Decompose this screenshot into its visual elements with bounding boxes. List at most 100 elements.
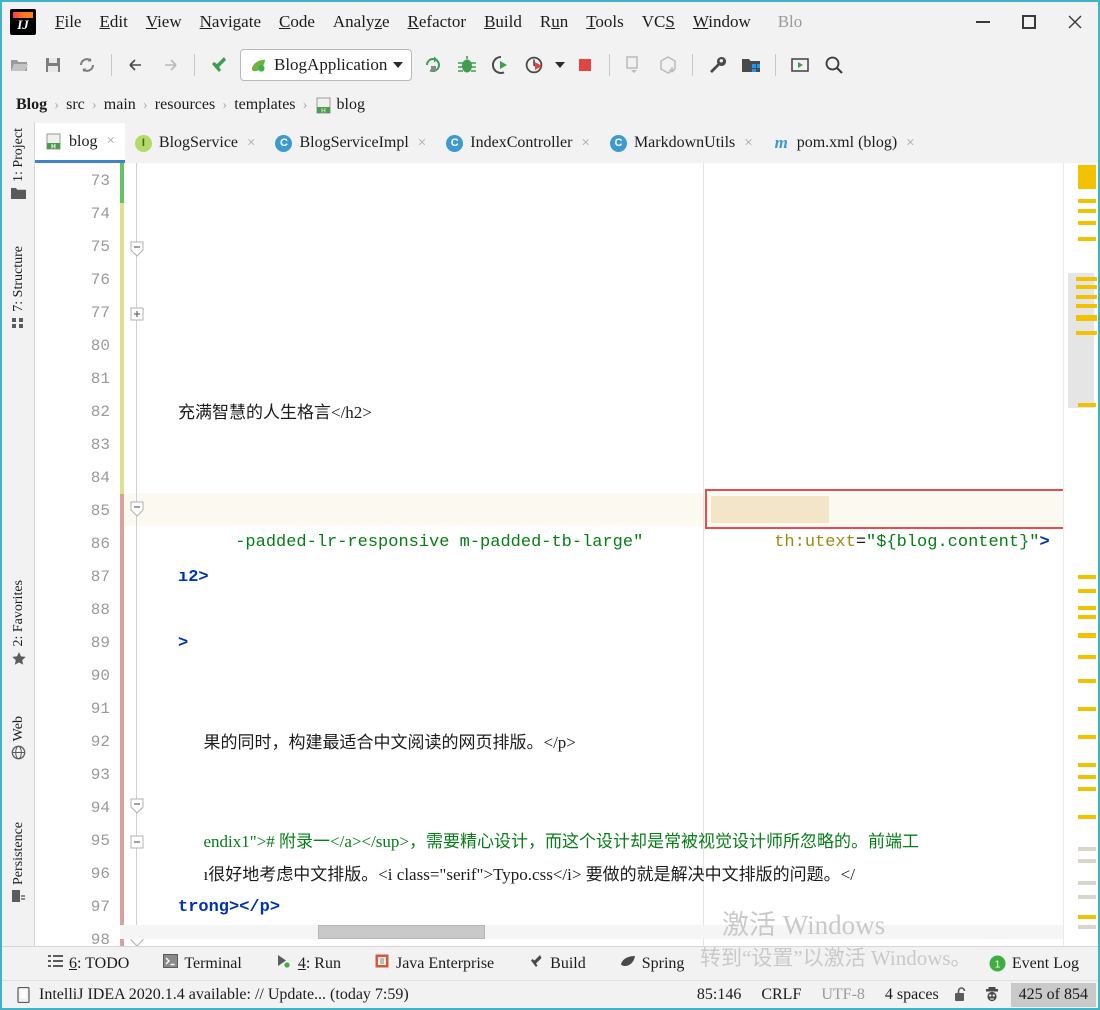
marker-warning[interactable] <box>1078 606 1096 610</box>
breadcrumb-item-templates[interactable]: templates <box>234 96 295 114</box>
sidebar-item-web[interactable]: Web <box>2 716 35 765</box>
marker-warning[interactable] <box>1078 589 1096 593</box>
menu-tools[interactable]: Tools <box>577 8 633 36</box>
update-project-icon[interactable] <box>617 48 651 82</box>
marker-warning[interactable] <box>1076 277 1097 281</box>
marker-warning[interactable] <box>1076 315 1097 321</box>
close-icon[interactable]: × <box>418 135 426 152</box>
marker-warning[interactable] <box>1078 815 1096 819</box>
breadcrumb-item-blog-file[interactable]: blog <box>337 96 365 114</box>
marker-warning[interactable] <box>1078 199 1096 203</box>
caret-position[interactable]: 85:146 <box>697 986 741 1004</box>
marker-warning[interactable] <box>1078 633 1096 638</box>
marker-warning[interactable] <box>1076 331 1097 335</box>
stop-icon[interactable] <box>568 48 602 82</box>
collapse-fold-icon[interactable] <box>130 241 144 257</box>
sidebar-item-structure[interactable]: 7: Structure <box>2 246 35 335</box>
build-hammer-icon[interactable] <box>202 48 236 82</box>
menu-navigate[interactable]: Navigate <box>191 8 270 36</box>
vcs-change-marker-changed[interactable] <box>120 494 124 946</box>
marker-warning[interactable] <box>1076 295 1097 299</box>
marker-warning[interactable] <box>1078 575 1096 579</box>
marker-warning[interactable] <box>1078 735 1096 739</box>
editor-marker-bar[interactable] <box>1063 163 1098 946</box>
vcs-change-marker-modified[interactable] <box>120 203 124 494</box>
maximize-button[interactable] <box>1006 3 1052 41</box>
marker-warning[interactable] <box>1078 403 1096 407</box>
chevron-down-icon[interactable] <box>393 62 404 68</box>
breadcrumb-item-main[interactable]: main <box>104 96 136 114</box>
marker-warning[interactable] <box>1078 221 1096 225</box>
menu-file[interactable]: File <box>46 8 90 36</box>
menu-window[interactable]: Window <box>684 8 760 36</box>
close-icon[interactable]: × <box>106 133 114 150</box>
marker-warning[interactable] <box>1078 915 1096 919</box>
marker-warning[interactable] <box>1078 775 1096 779</box>
horizontal-scrollbar-track[interactable] <box>120 925 1098 939</box>
menu-run[interactable]: Run <box>531 8 577 36</box>
breadcrumb-item-blog[interactable]: Blog <box>16 96 47 114</box>
close-icon[interactable]: × <box>247 135 255 152</box>
marker-warning[interactable] <box>1076 304 1097 308</box>
tab-blogserviceimpl[interactable]: C BlogServiceImpl × <box>265 123 436 163</box>
marker-info[interactable] <box>1078 881 1096 885</box>
minimize-button[interactable] <box>960 3 1006 41</box>
collapse-fold-icon[interactable] <box>130 798 144 814</box>
marker-info[interactable] <box>1078 925 1096 929</box>
collapse-fold-icon[interactable] <box>130 501 144 517</box>
toolwindow-java-enterprise[interactable]: Java Enterprise <box>364 954 505 973</box>
marker-info[interactable] <box>1078 895 1096 899</box>
line-separator[interactable]: CRLF <box>761 986 801 1004</box>
toolwindow-spring[interactable]: Spring <box>609 954 696 973</box>
breadcrumb-item-resources[interactable]: resources <box>155 96 215 114</box>
menu-analyze[interactable]: Analyze <box>324 8 399 36</box>
vcs-change-marker-added[interactable] <box>120 163 124 203</box>
run-with-coverage-icon[interactable] <box>484 48 518 82</box>
run-configuration-selector[interactable]: BlogApplication <box>240 49 413 81</box>
project-structure-icon[interactable] <box>734 48 768 82</box>
menu-edit[interactable]: Edit <box>90 8 136 36</box>
sidebar-item-favorites[interactable]: 2: Favorites <box>2 580 35 671</box>
indent-setting[interactable]: 4 spaces <box>885 986 939 1004</box>
marker-warning[interactable] <box>1078 165 1096 189</box>
tab-pom-xml[interactable]: m pom.xml (blog) × <box>763 123 925 163</box>
menu-code[interactable]: Code <box>270 8 324 36</box>
menu-view[interactable]: View <box>137 8 191 36</box>
profile-dropdown-chevron-down-icon[interactable] <box>552 48 568 82</box>
tab-blogservice[interactable]: I BlogService × <box>125 123 266 163</box>
ide-update-icon[interactable] <box>16 986 31 1003</box>
marker-warning[interactable] <box>1078 787 1096 791</box>
vertical-scrollbar-thumb[interactable] <box>1068 273 1094 408</box>
run-anything-icon[interactable] <box>783 48 817 82</box>
horizontal-scrollbar-thumb[interactable] <box>318 925 485 939</box>
sidebar-item-persistence[interactable]: Persistence <box>2 822 35 908</box>
unlocked-padlock-icon[interactable] <box>953 986 969 1003</box>
profile-icon[interactable] <box>518 48 552 82</box>
marker-info[interactable] <box>1078 859 1096 863</box>
status-notice[interactable]: IntelliJ IDEA 2020.1.4 available: // Upd… <box>39 986 409 1004</box>
marker-warning[interactable] <box>1078 763 1096 767</box>
tab-blog[interactable]: H blog × <box>35 123 125 163</box>
marker-warning[interactable] <box>1078 209 1096 213</box>
menu-refactor[interactable]: Refactor <box>399 8 476 36</box>
menu-vcs[interactable]: VCS <box>633 8 684 36</box>
debug-icon[interactable] <box>450 48 484 82</box>
toolwindow-run[interactable]: 4: Run <box>265 954 352 973</box>
file-encoding[interactable]: UTF-8 <box>821 986 865 1004</box>
toolwindow-todo[interactable]: 6: TODO <box>37 954 140 973</box>
marker-warning[interactable] <box>1078 237 1096 241</box>
collapse-fold-icon[interactable] <box>130 835 144 849</box>
hector-inspection-icon[interactable] <box>983 986 1001 1004</box>
close-icon[interactable]: × <box>744 135 752 152</box>
close-button[interactable] <box>1052 3 1098 41</box>
tab-indexcontroller[interactable]: C IndexController × <box>436 123 600 163</box>
close-icon[interactable]: × <box>906 135 914 152</box>
marker-warning[interactable] <box>1078 655 1096 659</box>
synchronize-icon[interactable] <box>70 48 104 82</box>
navigate-back-icon[interactable] <box>119 48 153 82</box>
sidebar-item-project[interactable]: 1: Project <box>2 128 35 205</box>
settings-wrench-icon[interactable] <box>700 48 734 82</box>
marker-warning[interactable] <box>1076 285 1097 289</box>
code-editor[interactable]: 73 74 75 76 77 80 81 82 83 84 85 86 87 8… <box>35 163 1098 946</box>
navigate-forward-icon[interactable] <box>153 48 187 82</box>
